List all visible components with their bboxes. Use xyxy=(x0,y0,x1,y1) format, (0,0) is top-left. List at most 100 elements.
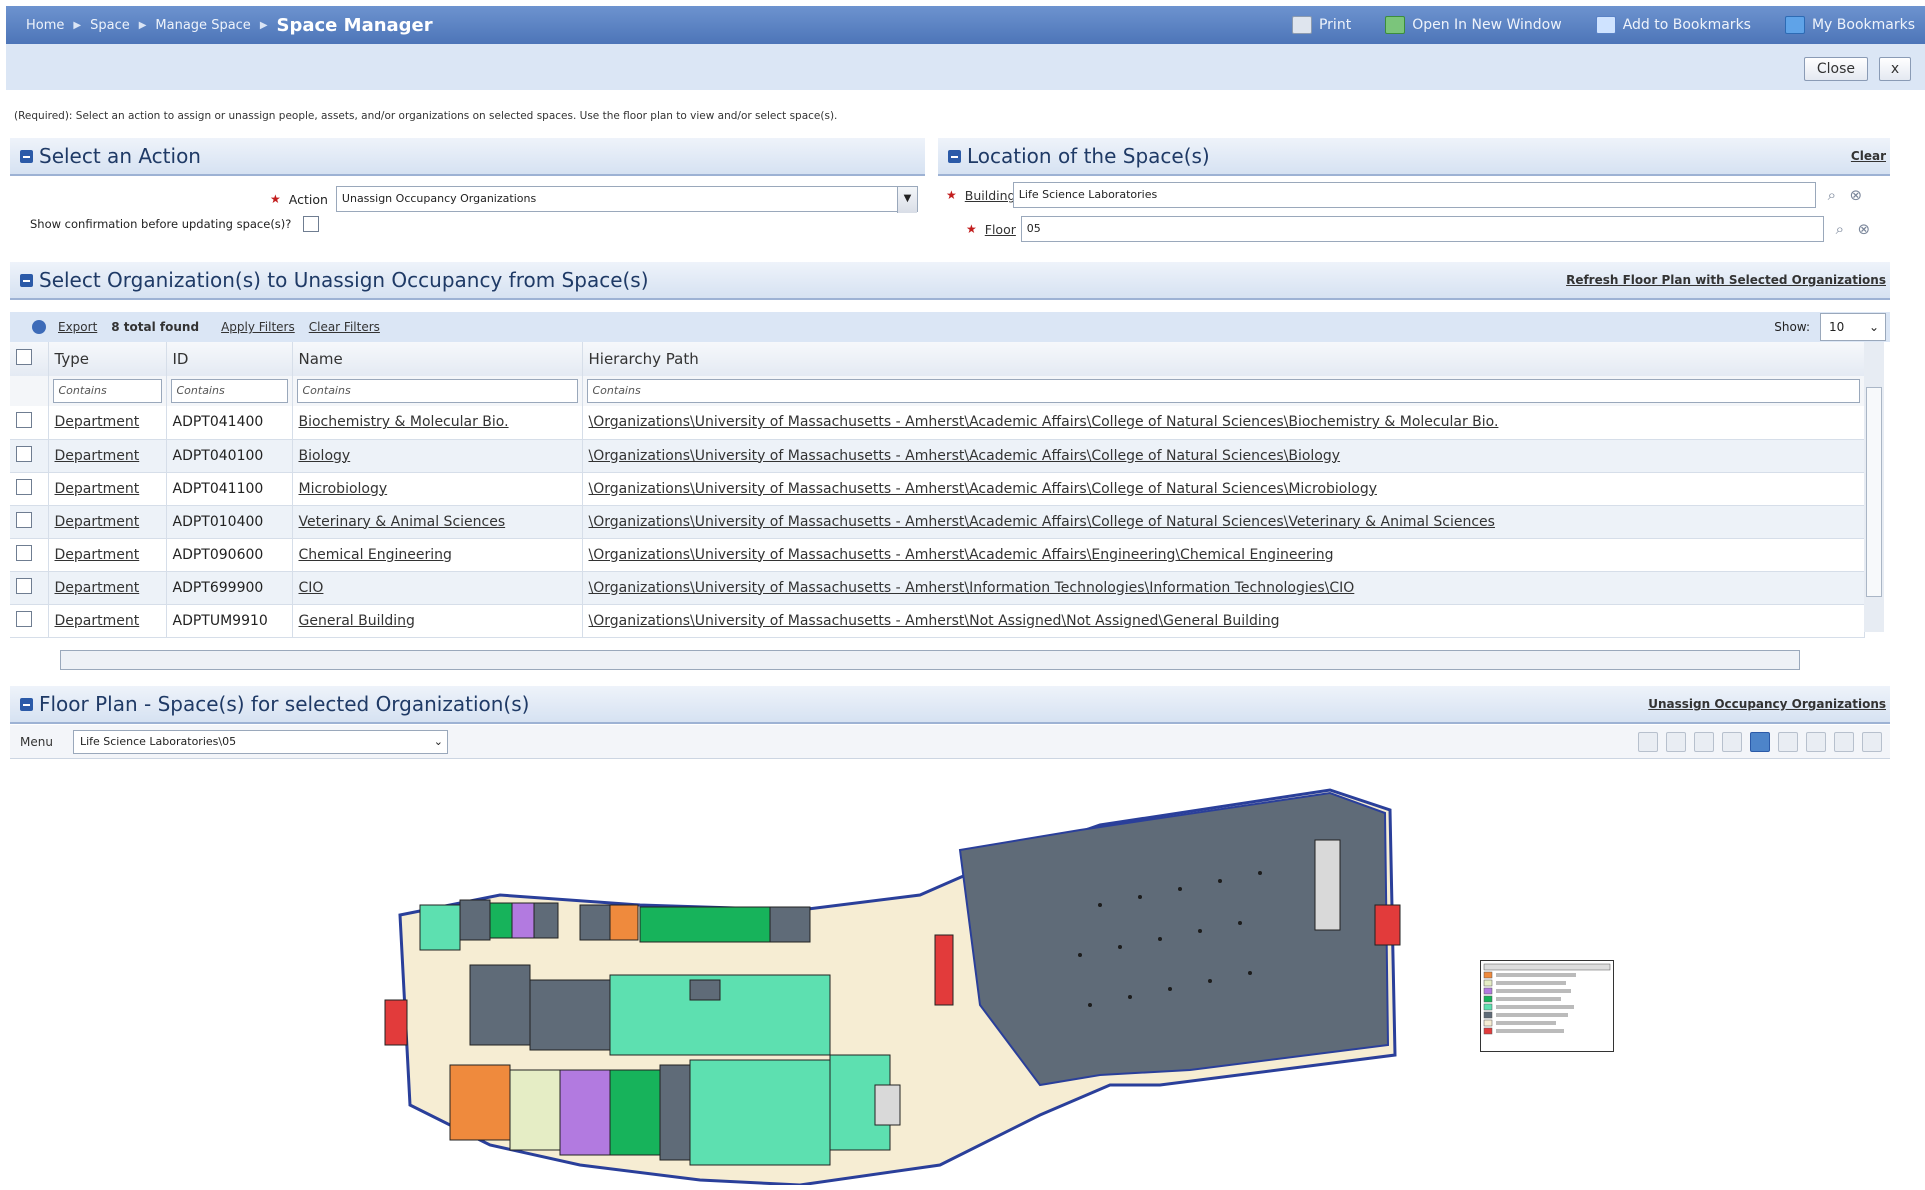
collapse-icon[interactable] xyxy=(20,273,33,287)
breadcrumb-manage-space[interactable]: Manage Space xyxy=(155,18,250,33)
type-filter-input[interactable]: Contains xyxy=(52,379,162,403)
room-green-c[interactable] xyxy=(639,906,771,943)
room-orange-b[interactable] xyxy=(609,904,639,941)
id-filter-input[interactable]: Contains xyxy=(170,379,288,403)
name-value[interactable]: General Building xyxy=(299,613,415,629)
type-value[interactable]: Department xyxy=(55,481,140,497)
column-header-type[interactable]: Type xyxy=(48,342,167,376)
room-green[interactable] xyxy=(609,1069,661,1156)
close-x-button[interactable]: x xyxy=(1879,57,1911,81)
floor-plan-drawing[interactable] xyxy=(380,785,1440,1185)
scrollbar-thumb[interactable] xyxy=(1866,387,1882,597)
room-green-b[interactable] xyxy=(489,902,513,939)
select-all-checkbox[interactable] xyxy=(16,349,32,365)
floor-input[interactable]: 05 xyxy=(1020,216,1824,242)
name-value[interactable]: CIO xyxy=(299,580,324,596)
building-input[interactable]: Life Science Laboratories xyxy=(1012,182,1816,208)
table-row[interactable]: Department ADPT041400 Biochemistry & Molec… xyxy=(10,406,1865,440)
type-value[interactable]: Department xyxy=(55,613,140,629)
zoom-out-icon[interactable] xyxy=(1806,731,1826,752)
collapse-icon[interactable] xyxy=(948,149,961,163)
row-checkbox[interactable] xyxy=(16,577,32,594)
export-link[interactable]: Export xyxy=(58,320,97,334)
type-value[interactable]: Department xyxy=(55,580,140,596)
table-row[interactable]: Department ADPTUM9910 General Building \Org… xyxy=(10,604,1865,638)
room-gray-g[interactable] xyxy=(769,906,811,943)
row-checkbox[interactable] xyxy=(16,610,32,627)
room-mint-a[interactable] xyxy=(689,1059,831,1166)
zoom-in-icon[interactable] xyxy=(1778,731,1798,752)
zoom-window-icon[interactable] xyxy=(1834,731,1854,752)
room-gray-a[interactable] xyxy=(659,1064,691,1161)
breadcrumb-space[interactable]: Space xyxy=(90,18,130,33)
table-row[interactable]: Department ADPT041100 Microbiology \Organiz… xyxy=(10,472,1865,506)
room-gray-f[interactable] xyxy=(579,904,611,941)
gear-icon[interactable] xyxy=(32,320,46,334)
path-value[interactable]: \Organizations\University of Massachuset… xyxy=(589,547,1334,563)
print-button[interactable]: Print xyxy=(1291,16,1351,34)
search-icon[interactable]: ⌕ xyxy=(1824,187,1840,203)
room-cream[interactable] xyxy=(509,1069,561,1151)
pan-hand-icon[interactable] xyxy=(1750,731,1770,752)
path-value[interactable]: \Organizations\University of Massachuset… xyxy=(589,448,1341,464)
type-value[interactable]: Department xyxy=(55,514,140,530)
row-checkbox[interactable] xyxy=(16,412,32,429)
zoom-extents-icon[interactable] xyxy=(1862,731,1882,752)
room-gray-b[interactable] xyxy=(529,979,611,1051)
collapse-icon[interactable] xyxy=(20,149,33,163)
collapse-icon[interactable] xyxy=(20,697,33,711)
window-select-icon[interactable] xyxy=(1666,731,1686,752)
path-value[interactable]: \Organizations\University of Massachuset… xyxy=(589,481,1378,497)
room-orange[interactable] xyxy=(449,1064,511,1141)
apply-filters-link[interactable]: Apply Filters xyxy=(221,320,295,334)
add-bookmarks-button[interactable]: Add to Bookmarks xyxy=(1595,16,1751,34)
confirm-checkbox[interactable] xyxy=(303,216,320,232)
action-select[interactable]: Unassign Occupancy Organizations ▼ xyxy=(335,186,918,213)
table-row[interactable]: Department ADPT699900 CIO \Organizations\Un… xyxy=(10,571,1865,605)
page-size-select[interactable]: 10 ⌄ xyxy=(1820,313,1886,341)
open-new-window-button[interactable]: Open In New Window xyxy=(1385,16,1562,34)
vertical-scrollbar[interactable] xyxy=(1864,342,1884,632)
column-header-id[interactable]: ID xyxy=(166,342,293,376)
redline-pencil-icon[interactable] xyxy=(1694,731,1714,752)
horizontal-scrollbar[interactable] xyxy=(60,650,1800,670)
my-bookmarks-button[interactable]: My Bookmarks xyxy=(1784,16,1915,34)
table-row[interactable]: Department ADPT090600 Chemical Engineering… xyxy=(10,538,1865,572)
building-label[interactable]: Building xyxy=(965,188,1016,203)
name-filter-input[interactable]: Contains xyxy=(296,379,578,403)
type-value[interactable]: Department xyxy=(55,414,140,430)
room-mint-c[interactable] xyxy=(419,904,461,951)
table-row[interactable]: Department ADPT040100 Biology \Organization… xyxy=(10,439,1865,473)
name-value[interactable]: Veterinary & Animal Sciences xyxy=(299,514,506,530)
close-button[interactable]: Close xyxy=(1803,57,1868,81)
room-gray-e[interactable] xyxy=(533,902,559,939)
name-value[interactable]: Microbiology xyxy=(299,481,388,497)
name-value[interactable]: Biology xyxy=(299,448,351,464)
room-gray-d[interactable] xyxy=(459,899,491,941)
document-icon[interactable] xyxy=(1722,731,1742,752)
menu-label[interactable]: Menu xyxy=(20,735,53,749)
type-value[interactable]: Department xyxy=(55,448,140,464)
room-gray-h[interactable] xyxy=(689,979,721,1001)
clear-location-link[interactable]: Clear xyxy=(1851,149,1886,163)
clear-filters-link[interactable]: Clear Filters xyxy=(309,320,380,334)
name-value[interactable]: Biochemistry & Molecular Bio. xyxy=(299,414,509,430)
path-value[interactable]: \Organizations\University of Massachuset… xyxy=(589,580,1355,596)
drawing-select[interactable]: Life Science Laboratories\05 ⌄ xyxy=(72,729,448,754)
column-header-hierarchy-path[interactable]: Hierarchy Path xyxy=(582,342,1865,376)
floor-label[interactable]: Floor xyxy=(985,222,1021,237)
row-checkbox[interactable] xyxy=(16,544,32,561)
clear-icon[interactable]: ⊗ xyxy=(1848,187,1864,203)
unassign-occupancy-link[interactable]: Unassign Occupancy Organizations xyxy=(1648,697,1886,711)
column-header-name[interactable]: Name xyxy=(292,342,583,376)
type-value[interactable]: Department xyxy=(55,547,140,563)
breadcrumb-home[interactable]: Home xyxy=(26,18,64,33)
path-value[interactable]: \Organizations\University of Massachuset… xyxy=(589,613,1280,629)
name-value[interactable]: Chemical Engineering xyxy=(299,547,452,563)
room-open-lab[interactable] xyxy=(958,791,1390,1087)
row-checkbox[interactable] xyxy=(16,445,32,462)
room-purple[interactable] xyxy=(559,1069,611,1156)
room-gray-c[interactable] xyxy=(469,964,531,1046)
select-pointer-icon[interactable] xyxy=(1638,731,1658,752)
chevron-down-icon[interactable]: ▼ xyxy=(896,187,917,213)
